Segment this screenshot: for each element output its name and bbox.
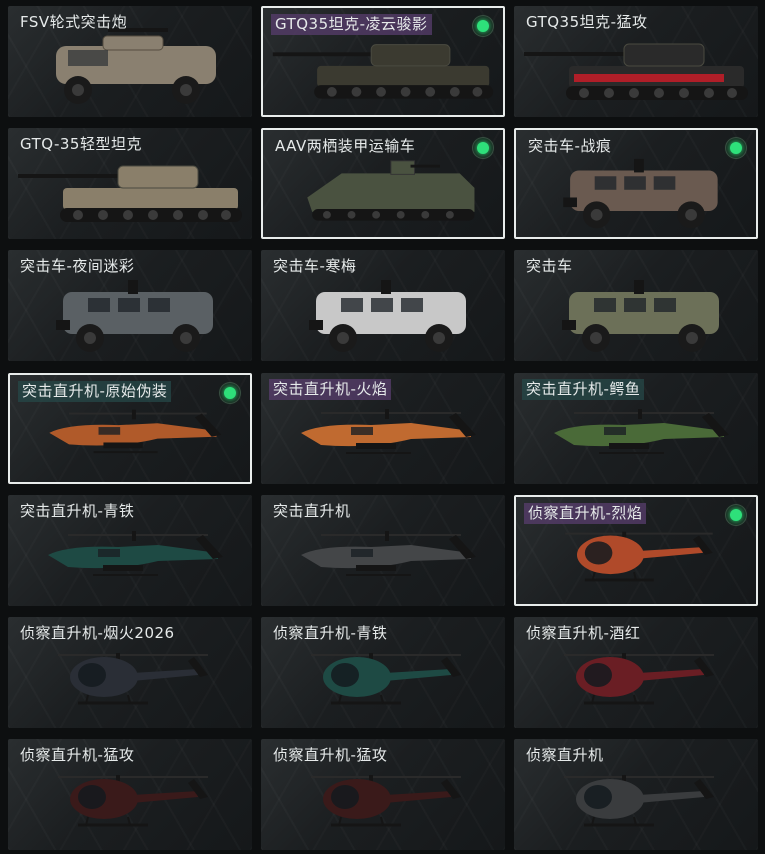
vehicle-skin-card[interactable]: 突击直升机-原始伪装 xyxy=(8,373,252,484)
vehicle-skin-label: 突击车-战痕 xyxy=(528,137,612,155)
vehicle-skin-card[interactable]: 突击直升机-鳄鱼 xyxy=(514,373,758,484)
vehicle-skin-label: 突击直升机-鳄鱼 xyxy=(522,379,645,400)
vehicle-skin-card[interactable]: 侦察直升机 xyxy=(514,739,758,850)
equipped-indicator-icon xyxy=(473,138,493,158)
vehicle-skin-label: AAV两栖装甲运输车 xyxy=(275,137,416,155)
vehicle-skin-label: 侦察直升机-青铁 xyxy=(273,624,388,642)
vehicle-skin-label: 侦察直升机-酒红 xyxy=(526,624,641,642)
equipped-indicator-icon xyxy=(726,505,746,525)
vehicle-skin-label: 突击车-夜间迷彩 xyxy=(20,257,135,275)
vehicle-skin-card[interactable]: AAV两栖装甲运输车 xyxy=(261,128,505,239)
vehicle-skin-card[interactable]: 突击直升机-火焰 xyxy=(261,373,505,484)
vehicle-skin-card[interactable]: 侦察直升机-烈焰 xyxy=(514,495,758,606)
vehicle-skin-card[interactable]: GTQ-35轻型坦克 xyxy=(8,128,252,239)
vehicle-skin-label: FSV轮式突击炮 xyxy=(20,13,128,31)
vehicle-skin-label: 侦察直升机 xyxy=(526,746,604,764)
vehicle-skin-label: 侦察直升机-猛攻 xyxy=(273,746,388,764)
vehicle-skin-label: 突击车-寒梅 xyxy=(273,257,357,275)
vehicle-skin-card[interactable]: 侦察直升机-烟火2026 xyxy=(8,617,252,728)
vehicle-skin-card[interactable]: 突击车 xyxy=(514,250,758,361)
vehicle-skin-card[interactable]: GTQ35坦克-猛攻 xyxy=(514,6,758,117)
vehicle-skin-label: GTQ-35轻型坦克 xyxy=(20,135,142,153)
vehicle-skin-card[interactable]: GTQ35坦克-凌云骏影 xyxy=(261,6,505,117)
vehicle-skin-card[interactable]: 侦察直升机-酒红 xyxy=(514,617,758,728)
vehicle-skin-card[interactable]: 突击车-战痕 xyxy=(514,128,758,239)
vehicle-skin-card[interactable]: FSV轮式突击炮 xyxy=(8,6,252,117)
vehicle-skin-label: GTQ35坦克-凌云骏影 xyxy=(271,14,432,35)
vehicle-skin-label: 突击直升机-火焰 xyxy=(269,379,392,400)
vehicle-skin-label: 侦察直升机-烈焰 xyxy=(524,503,647,524)
vehicle-skin-card[interactable]: 突击直升机-青铁 xyxy=(8,495,252,606)
vehicle-skin-grid: FSV轮式突击炮 GTQ35坦克-凌云骏影 GTQ35坦克-猛攻 GTQ-35轻… xyxy=(0,0,765,854)
vehicle-skin-label: 突击直升机-青铁 xyxy=(20,502,135,520)
equipped-indicator-icon xyxy=(726,138,746,158)
equipped-indicator-icon xyxy=(473,16,493,36)
vehicle-skin-card[interactable]: 侦察直升机-青铁 xyxy=(261,617,505,728)
vehicle-skin-card[interactable]: 突击车-夜间迷彩 xyxy=(8,250,252,361)
vehicle-skin-card[interactable]: 突击车-寒梅 xyxy=(261,250,505,361)
vehicle-skin-label: 侦察直升机-烟火2026 xyxy=(20,624,175,642)
vehicle-skin-label: 突击直升机-原始伪装 xyxy=(18,381,172,402)
vehicle-skin-card[interactable]: 突击直升机 xyxy=(261,495,505,606)
vehicle-skin-card[interactable]: 侦察直升机-猛攻 xyxy=(8,739,252,850)
vehicle-skin-label: 侦察直升机-猛攻 xyxy=(20,746,135,764)
vehicle-skin-card[interactable]: 侦察直升机-猛攻 xyxy=(261,739,505,850)
equipped-indicator-icon xyxy=(220,383,240,403)
vehicle-skin-label: GTQ35坦克-猛攻 xyxy=(526,13,648,31)
vehicle-skin-label: 突击直升机 xyxy=(273,502,351,520)
vehicle-skin-label: 突击车 xyxy=(526,257,573,275)
